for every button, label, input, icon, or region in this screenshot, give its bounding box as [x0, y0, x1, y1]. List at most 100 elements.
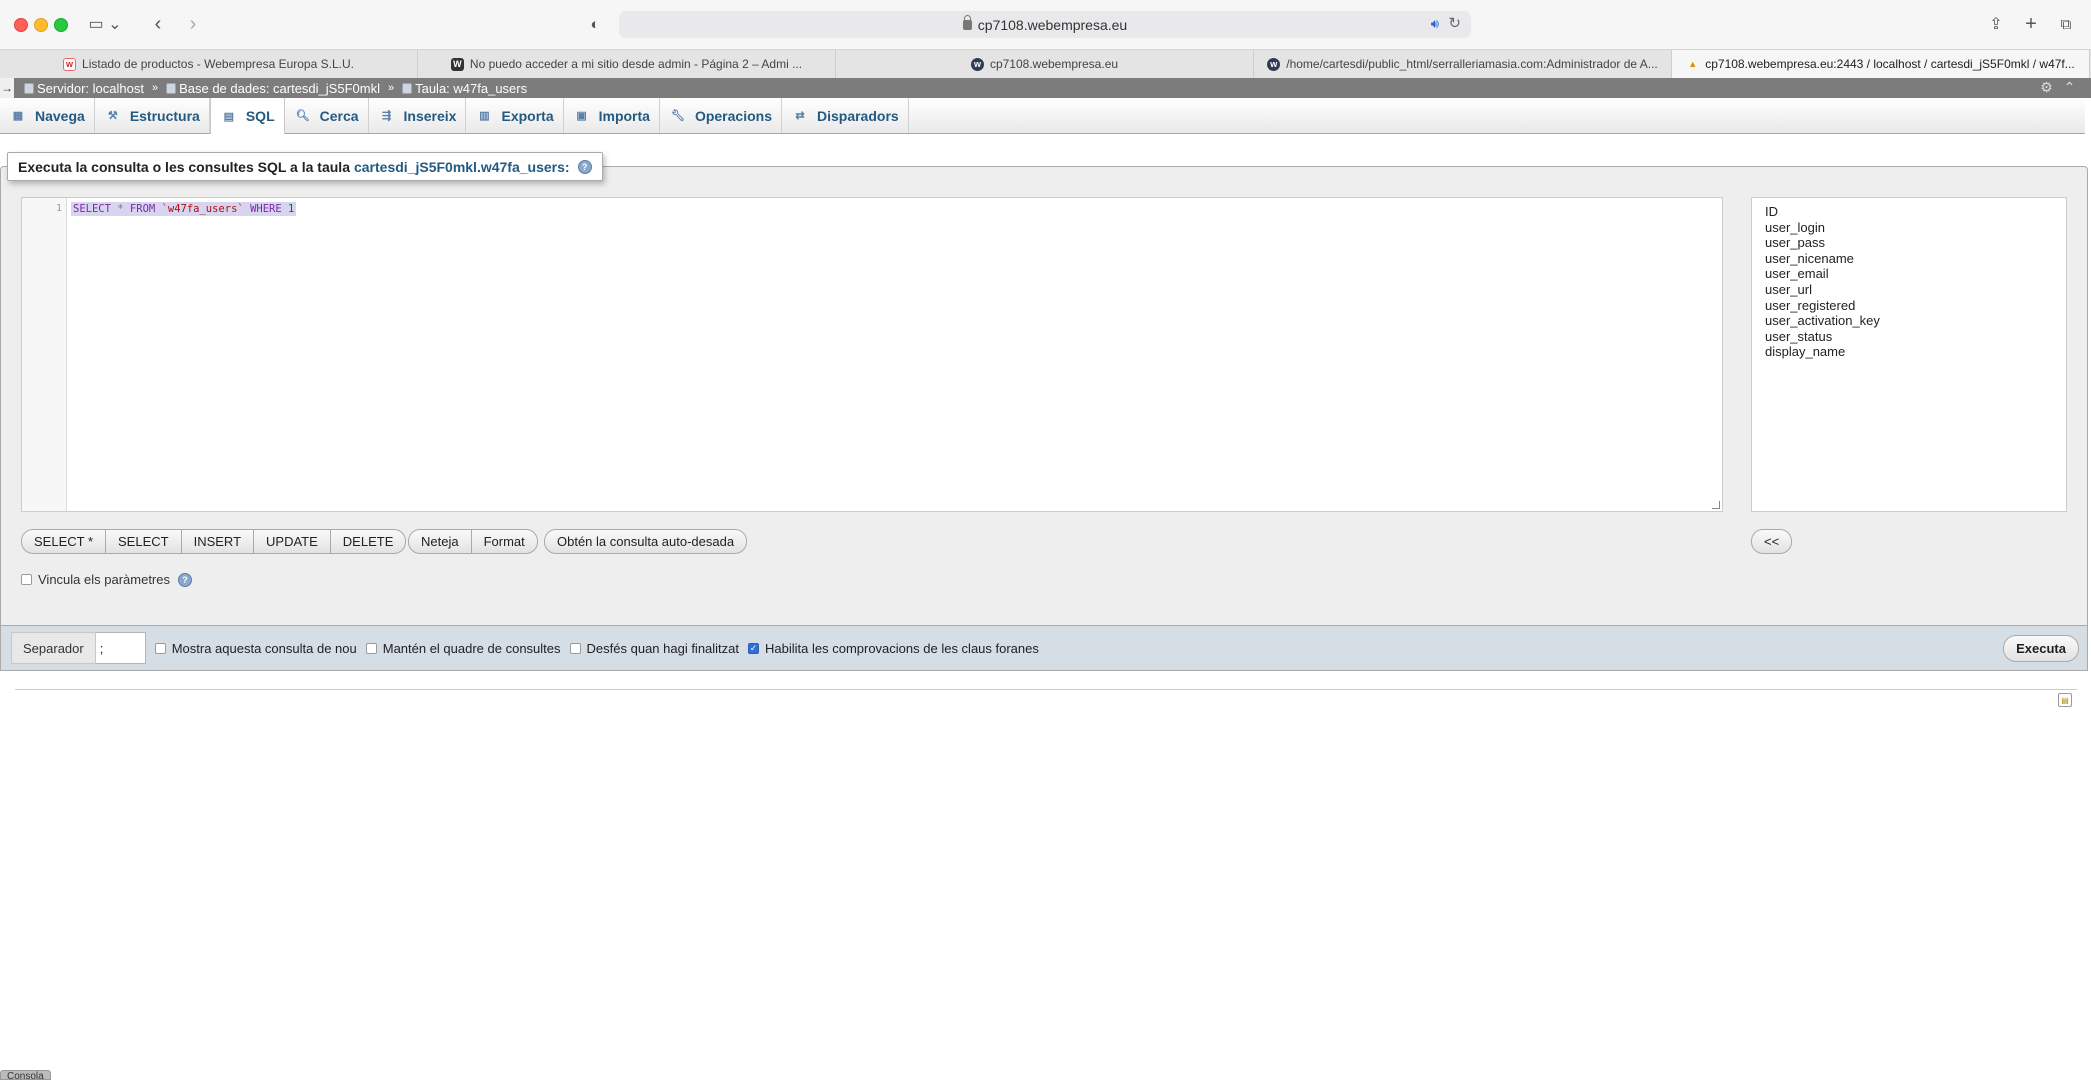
wrench-icon: 🔧︎ [670, 110, 685, 122]
rollback-when-finished-option[interactable]: Desfés quan hagi finalitzat [569, 640, 740, 656]
legend-table-link[interactable]: cartesdi_jS5F0mkl.w47fa_users: [354, 159, 570, 175]
breadcrumb: → Servidor: localhost » Base de dades: c… [0, 78, 2091, 98]
forward-icon[interactable]: › [183, 12, 203, 36]
option-label: Mantén el quadre de consultes [382, 640, 561, 656]
sql-query-text[interactable]: SELECT * FROM `w47fa_users` WHERE 1 [71, 202, 297, 216]
tab-cpanel[interactable]: w cp7108.webempresa.eu [836, 50, 1254, 78]
tab-operacions[interactable]: 🔧︎ Operacions [660, 98, 782, 133]
breadcrumb-server[interactable]: Servidor: localhost [24, 81, 144, 96]
execute-button[interactable]: Executa [2003, 635, 2079, 662]
tab-label: Cerca [319, 107, 359, 124]
zoom-window-button[interactable] [54, 18, 68, 32]
column-item[interactable]: ID [1765, 204, 2053, 220]
webempresa-icon: w [63, 57, 77, 71]
tab-listado-productos[interactable]: w Listado de productos - Webempresa Euro… [0, 50, 418, 78]
bookmark-icon[interactable]: ▤ [2058, 693, 2072, 707]
settings-gear-icon[interactable]: ⚙ [2039, 79, 2054, 95]
browser-toolbar: ▭ ⌄ ‹ › ◐ cp7108.webempresa.eu 🔊︎ ↻ ⇪ + … [0, 0, 2091, 49]
tab-sql[interactable]: ▤ SQL [209, 98, 285, 134]
phpmyadmin-icon: ▲ [1688, 59, 1698, 69]
tab-navega[interactable]: ▦ Navega [0, 98, 95, 133]
export-icon: ▥ [479, 110, 490, 122]
resize-handle[interactable] [1712, 501, 1720, 509]
line-number: 1 [55, 203, 62, 214]
breadcrumb-table[interactable]: Taula: w47fa_users [402, 81, 527, 96]
format-button[interactable]: Format [471, 529, 538, 554]
close-window-button[interactable] [14, 18, 28, 32]
reload-icon[interactable]: ↻ [1448, 14, 1461, 32]
help-icon[interactable]: ? [178, 572, 192, 587]
retain-query-box-checkbox[interactable] [365, 642, 377, 654]
delimiter-input[interactable]: ; [95, 632, 146, 664]
cpanel-icon: w [1267, 57, 1281, 71]
clear-button[interactable]: Neteja [408, 529, 472, 554]
column-item[interactable]: user_nicename [1765, 251, 2053, 267]
show-query-again-option[interactable]: Mostra aquesta consulta de nou [154, 641, 357, 656]
foreign-key-checks-checkbox[interactable]: ✓ [748, 642, 760, 654]
retain-query-box-option[interactable]: Mantén el quadre de consultes [365, 640, 561, 656]
column-item[interactable]: user_url [1765, 282, 2053, 298]
tab-file-manager[interactable]: w /home/cartesdi/public_html/serralleria… [1254, 50, 1672, 78]
select-button[interactable]: SELECT [106, 529, 182, 554]
minimize-window-button[interactable] [34, 18, 48, 32]
tab-title: /home/cartesdi/public_html/serralleriama… [1286, 57, 1658, 71]
column-item[interactable]: user_status [1765, 329, 2053, 345]
column-item[interactable]: user_registered [1765, 298, 2053, 314]
rollback-when-finished-checkbox[interactable] [569, 642, 581, 654]
select-star-button[interactable]: SELECT * [21, 529, 107, 554]
insert-button[interactable]: INSERT [181, 529, 255, 554]
tab-forum[interactable]: W No puedo acceder a mi sitio desde admi… [418, 50, 836, 78]
triggers-icon: ⇄ [795, 110, 805, 122]
tab-strip: w Listado de productos - Webempresa Euro… [0, 49, 2091, 78]
console-tab[interactable]: Consola [0, 1070, 51, 1080]
column-item[interactable]: user_email [1765, 266, 2053, 282]
column-item[interactable]: user_activation_key [1765, 313, 2053, 329]
sql-panel-legend: Executa la consulta o les consultes SQL … [7, 152, 603, 181]
bind-parameters-option[interactable]: Vincula els paràmetres ? [21, 572, 192, 587]
share-icon[interactable]: ⇪ [1986, 12, 2006, 36]
breadcrumb-database[interactable]: Base de dades: cartesdi_jS5F0mkl [166, 81, 380, 96]
breadcrumb-separator: » [151, 82, 159, 94]
tab-overview-icon[interactable]: ⧉ [2056, 12, 2076, 36]
option-label: Desfés quan hagi finalitzat [586, 640, 740, 656]
database-icon [166, 82, 177, 94]
import-icon: ▣ [576, 110, 587, 122]
tab-exporta[interactable]: ▥ Exporta [466, 98, 564, 133]
tab-estructura[interactable]: ⚒ Estructura [95, 98, 210, 133]
legend-text: Executa la consulta o les consultes SQL … [18, 158, 350, 175]
sql-query-editor[interactable]: 1 SELECT * FROM `w47fa_users` WHERE 1 [21, 197, 1723, 512]
column-item[interactable]: user_login [1765, 220, 2053, 236]
foreign-key-checks-option[interactable]: ✓ Habilita les comprovacions de les clau… [748, 641, 1039, 656]
tab-importa[interactable]: ▣ Importa [564, 98, 660, 133]
help-icon[interactable]: ? [577, 159, 592, 174]
insert-column-button[interactable]: << [1751, 529, 1793, 554]
address-bar[interactable]: cp7108.webempresa.eu 🔊︎ ↻ [619, 11, 1471, 38]
new-tab-icon[interactable]: + [2021, 12, 2041, 36]
delete-button[interactable]: DELETE [330, 529, 407, 554]
tab-title: cp7108.webempresa.eu:2443 / localhost / … [1705, 57, 2075, 71]
update-button[interactable]: UPDATE [254, 529, 331, 554]
bind-parameters-checkbox[interactable] [21, 574, 32, 585]
tab-insereix[interactable]: ⇶ Insereix [369, 98, 467, 133]
breadcrumb-database-label: Base de dades: cartesdi_jS5F0mkl [179, 80, 380, 96]
divider [15, 689, 2077, 690]
insert-icon: ⇶ [381, 110, 392, 122]
privacy-shield-icon[interactable]: ◐ [585, 12, 605, 36]
sql-keyword: FROM [129, 203, 156, 215]
sql-operator: * [117, 203, 124, 215]
back-icon[interactable]: ‹ [148, 12, 168, 36]
collapse-top-icon[interactable]: ⌃ [2062, 79, 2077, 95]
column-item[interactable]: display_name [1765, 344, 2053, 360]
get-autosaved-query-button[interactable]: Obtén la consulta auto-desada [544, 529, 748, 554]
columns-list[interactable]: ID user_login user_pass user_nicename us… [1751, 197, 2067, 512]
tab-disparadors[interactable]: ⇄ Disparadors [782, 98, 909, 133]
tab-phpmyadmin[interactable]: ▲ cp7108.webempresa.eu:2443 / localhost … [1672, 50, 2090, 78]
browse-icon: ▦ [12, 110, 24, 122]
speaker-icon[interactable]: 🔊︎ [1431, 16, 1439, 32]
bind-parameters-label: Vincula els paràmetres [38, 572, 170, 587]
tab-cerca[interactable]: 🔍︎ Cerca [285, 98, 369, 133]
column-item[interactable]: user_pass [1765, 235, 2053, 251]
collapse-nav-icon[interactable]: → [0, 78, 14, 98]
sidebar-toggle-icon[interactable]: ▭ ⌄ [88, 12, 122, 36]
show-query-again-checkbox[interactable] [154, 642, 166, 654]
